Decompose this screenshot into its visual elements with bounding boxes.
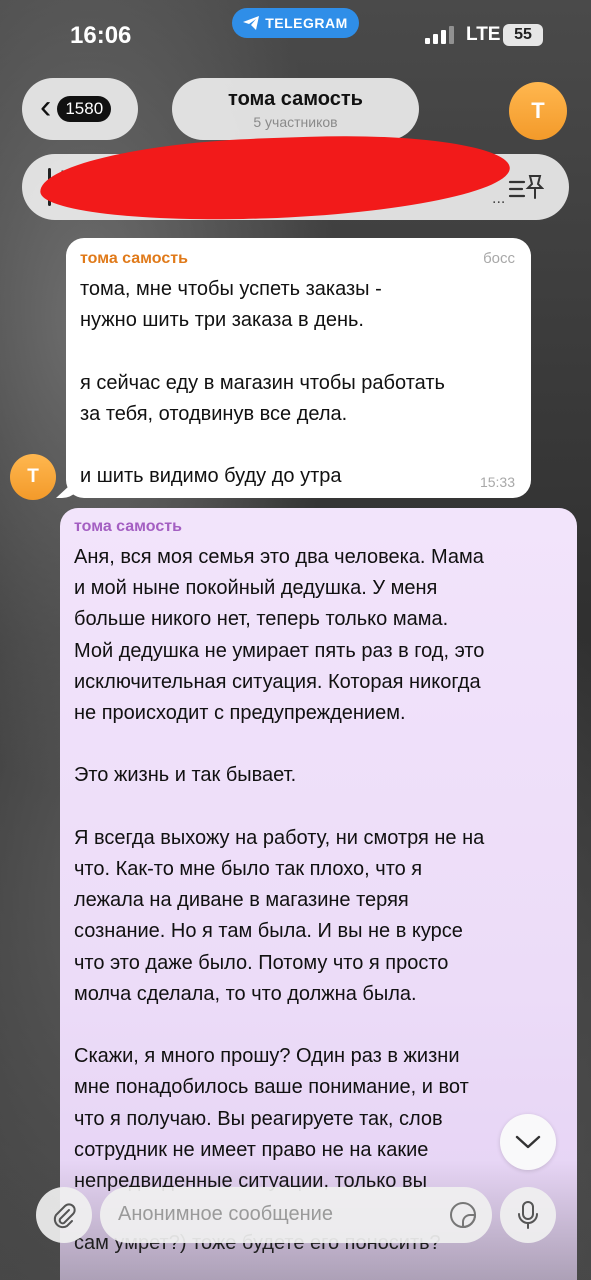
message-text: тома, мне чтобы успеть заказы - нужно ши… [80, 278, 445, 488]
chat-member-count: 5 участников [253, 114, 338, 130]
sticker-icon[interactable] [448, 1200, 478, 1230]
pinned-ellipsis: ... [492, 190, 506, 207]
status-bar: 16:06 TELEGRAM LTE 55 [0, 0, 591, 70]
message-text: Аня, вся моя семья это два человека. Мам… [74, 546, 485, 1255]
chat-avatar-letter: T [531, 98, 545, 123]
scroll-to-bottom-button[interactable] [500, 1114, 556, 1170]
battery-icon: 55 [503, 24, 543, 46]
sender-avatar-letter: T [27, 466, 39, 487]
message-input[interactable]: Анонимное сообщение [100, 1187, 492, 1243]
chat-title: тома самость [228, 88, 363, 110]
chevron-down-icon [515, 1135, 541, 1149]
message-bubble[interactable]: тома самость Аня, вся моя семья это два … [60, 508, 577, 1280]
back-button[interactable]: ‹ 1580 [22, 78, 138, 140]
status-time: 16:06 [70, 22, 132, 49]
chat-avatar[interactable]: T [509, 82, 567, 140]
sender-avatar[interactable]: T [10, 454, 56, 500]
message-input-placeholder: Анонимное сообщение [118, 1203, 333, 1225]
telegram-return-pill[interactable]: TELEGRAM [232, 8, 359, 38]
sender-role-tag: босс [483, 250, 515, 267]
message-bubble[interactable]: тома самость босс тома, мне чтобы успеть… [66, 238, 531, 498]
message-sender[interactable]: тома самость [74, 518, 182, 536]
message-time: 15:33 [479, 474, 515, 490]
paperclip-icon [53, 1203, 76, 1229]
signal-icon [425, 26, 461, 44]
pinned-list-icon[interactable] [508, 172, 544, 202]
unread-count-badge: 1580 [57, 96, 112, 122]
voice-message-button[interactable] [500, 1187, 556, 1243]
attach-button[interactable] [36, 1187, 92, 1243]
microphone-icon [518, 1201, 538, 1229]
chat-title-pill[interactable]: тома самость 5 участников [172, 78, 419, 140]
paper-plane-icon [243, 16, 260, 30]
message-sender[interactable]: тома самость [80, 250, 188, 268]
telegram-label: TELEGRAM [265, 15, 348, 31]
network-type: LTE [466, 24, 501, 45]
chevron-left-icon: ‹ [40, 88, 52, 126]
battery-level: 55 [514, 26, 532, 43]
